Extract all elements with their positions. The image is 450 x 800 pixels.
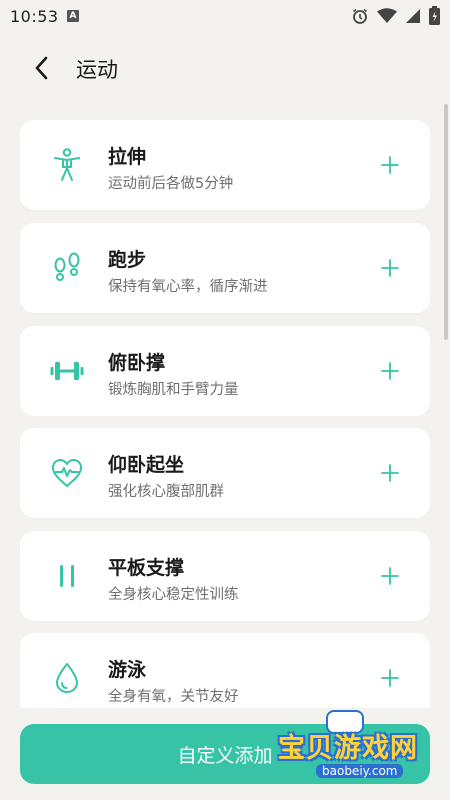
plus-icon xyxy=(381,259,399,277)
heart-pulse-icon xyxy=(50,456,84,490)
back-button[interactable] xyxy=(24,50,60,86)
exercise-list[interactable]: 拉伸 运动前后各做5分钟 跑步 保持有氧心率，循序渐进 俯卧撑 锻炼胸肌和手臂力… xyxy=(0,106,450,710)
scrollbar[interactable] xyxy=(444,104,448,340)
exercise-card-plank[interactable]: 平板支撑 全身核心稳定性训练 xyxy=(20,531,430,621)
exercise-card-swimming[interactable]: 游泳 全身有氧，关节友好 xyxy=(20,633,430,710)
stretch-person-icon xyxy=(50,148,84,182)
bottom-bar: 自定义添加 xyxy=(0,708,450,800)
add-exercise-button[interactable] xyxy=(376,459,404,487)
plus-icon xyxy=(381,362,399,380)
exercise-subtitle: 强化核心腹部肌群 xyxy=(108,484,224,500)
add-exercise-button[interactable] xyxy=(376,664,404,692)
add-exercise-button[interactable] xyxy=(376,254,404,282)
exercise-card-running[interactable]: 跑步 保持有氧心率，循序渐进 xyxy=(20,223,430,313)
exercise-title: 俯卧撑 xyxy=(108,352,166,374)
status-bar: 10:53 A xyxy=(0,0,450,32)
signal-icon xyxy=(406,8,420,23)
wifi-icon xyxy=(377,7,397,23)
exercise-title: 跑步 xyxy=(108,249,147,271)
plus-icon xyxy=(381,669,399,687)
exercise-card-situp[interactable]: 仰卧起坐 强化核心腹部肌群 xyxy=(20,428,430,518)
exercise-subtitle: 全身有氧，关节友好 xyxy=(108,689,239,705)
exercise-subtitle: 运动前后各做5分钟 xyxy=(108,176,234,192)
dumbbell-icon xyxy=(50,354,84,388)
pause-bars-icon xyxy=(50,559,84,593)
water-drop-icon xyxy=(50,661,84,695)
chevron-left-icon xyxy=(35,56,48,80)
status-icons xyxy=(351,6,440,25)
plus-icon xyxy=(381,464,399,482)
exercise-title: 平板支撑 xyxy=(108,557,185,579)
exercise-subtitle: 保持有氧心率，循序渐进 xyxy=(108,279,268,295)
add-exercise-button[interactable] xyxy=(376,357,404,385)
battery-icon xyxy=(429,6,440,25)
alarm-icon xyxy=(353,8,367,24)
add-exercise-button[interactable] xyxy=(376,562,404,590)
exercise-card-pushup[interactable]: 俯卧撑 锻炼胸肌和手臂力量 xyxy=(20,326,430,416)
notification-icon: A xyxy=(67,10,79,22)
custom-add-button[interactable]: 自定义添加 xyxy=(20,724,430,784)
footprints-icon xyxy=(50,251,84,285)
exercise-title: 游泳 xyxy=(108,659,147,681)
page-title: 运动 xyxy=(76,58,118,82)
app-header: 运动 xyxy=(0,32,450,106)
plus-icon xyxy=(381,567,399,585)
exercise-card-stretch[interactable]: 拉伸 运动前后各做5分钟 xyxy=(20,120,430,210)
exercise-subtitle: 全身核心稳定性训练 xyxy=(108,587,239,603)
exercise-title: 拉伸 xyxy=(108,146,147,168)
add-exercise-button[interactable] xyxy=(376,151,404,179)
exercise-subtitle: 锻炼胸肌和手臂力量 xyxy=(108,382,239,398)
plus-icon xyxy=(381,156,399,174)
status-time: 10:53 xyxy=(10,7,59,26)
exercise-title: 仰卧起坐 xyxy=(108,454,185,476)
